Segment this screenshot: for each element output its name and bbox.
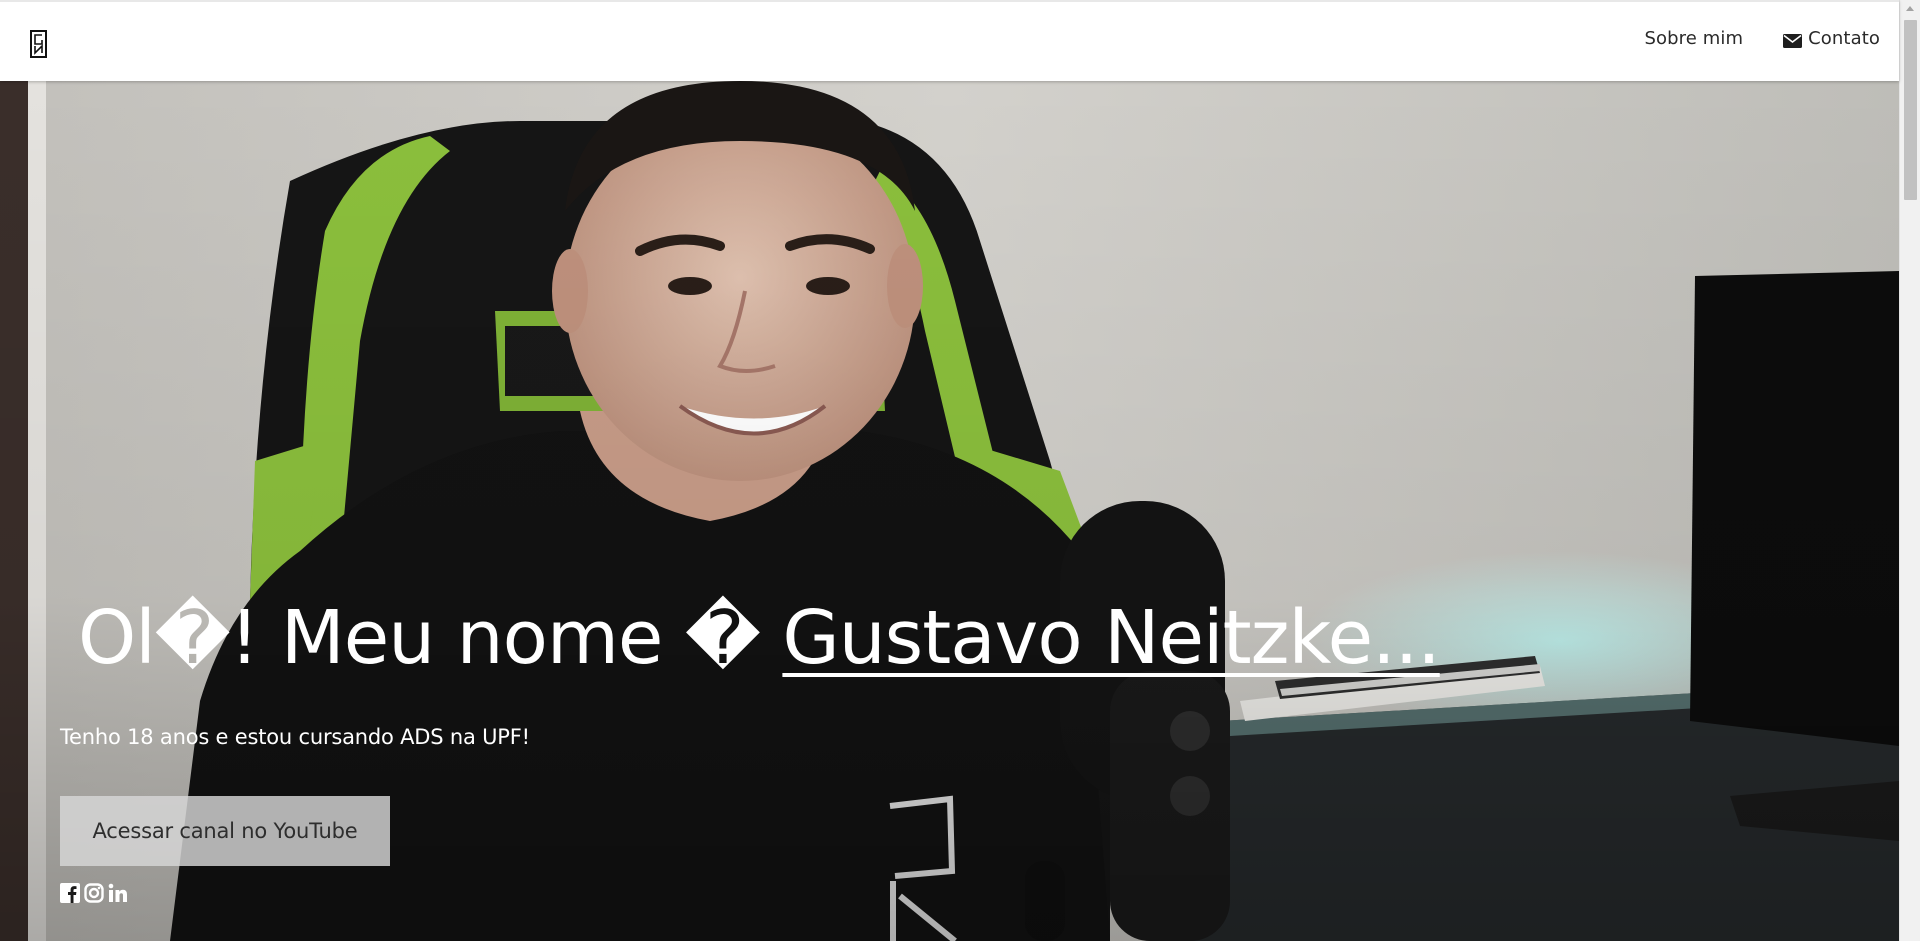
page: Sobre mim Contato Ol�! Meu nome � Gustav…	[0, 0, 1920, 941]
social-links	[60, 883, 128, 903]
nav-link-contato[interactable]: Contato	[1783, 28, 1880, 49]
envelope-icon	[1783, 32, 1803, 48]
brand-logo[interactable]	[30, 30, 47, 58]
nav-link-label: Sobre mim	[1644, 28, 1744, 49]
hero-heading-name-link[interactable]: Gustavo Neitzke...	[782, 595, 1440, 681]
nav-link-sobre-mim[interactable]: Sobre mim	[1645, 28, 1744, 49]
facebook-icon[interactable]	[60, 883, 80, 903]
scroll-thumb[interactable]	[1904, 20, 1917, 200]
hero-section: Ol�! Meu nome � Gustavo Neitzke... Tenho…	[0, 81, 1899, 941]
gn-logo-icon	[34, 34, 43, 55]
nav-links: Sobre mim Contato	[1645, 28, 1881, 49]
top-navbar: Sobre mim Contato	[0, 0, 1899, 81]
hero-heading: Ol�! Meu nome � Gustavo Neitzke...	[78, 601, 1441, 675]
linkedin-icon[interactable]	[108, 883, 128, 903]
hero-heading-prefix: Ol�! Meu nome �	[78, 595, 783, 681]
hero-subtitle: Tenho 18 anos e estou cursando ADS na UP…	[60, 725, 530, 749]
nav-link-label: Contato	[1808, 28, 1880, 49]
instagram-icon[interactable]	[84, 883, 104, 903]
scroll-up-arrow-icon[interactable]	[1906, 6, 1914, 11]
youtube-channel-button[interactable]: Acessar canal no YouTube	[60, 796, 390, 866]
page-scrollbar[interactable]	[1899, 0, 1920, 941]
